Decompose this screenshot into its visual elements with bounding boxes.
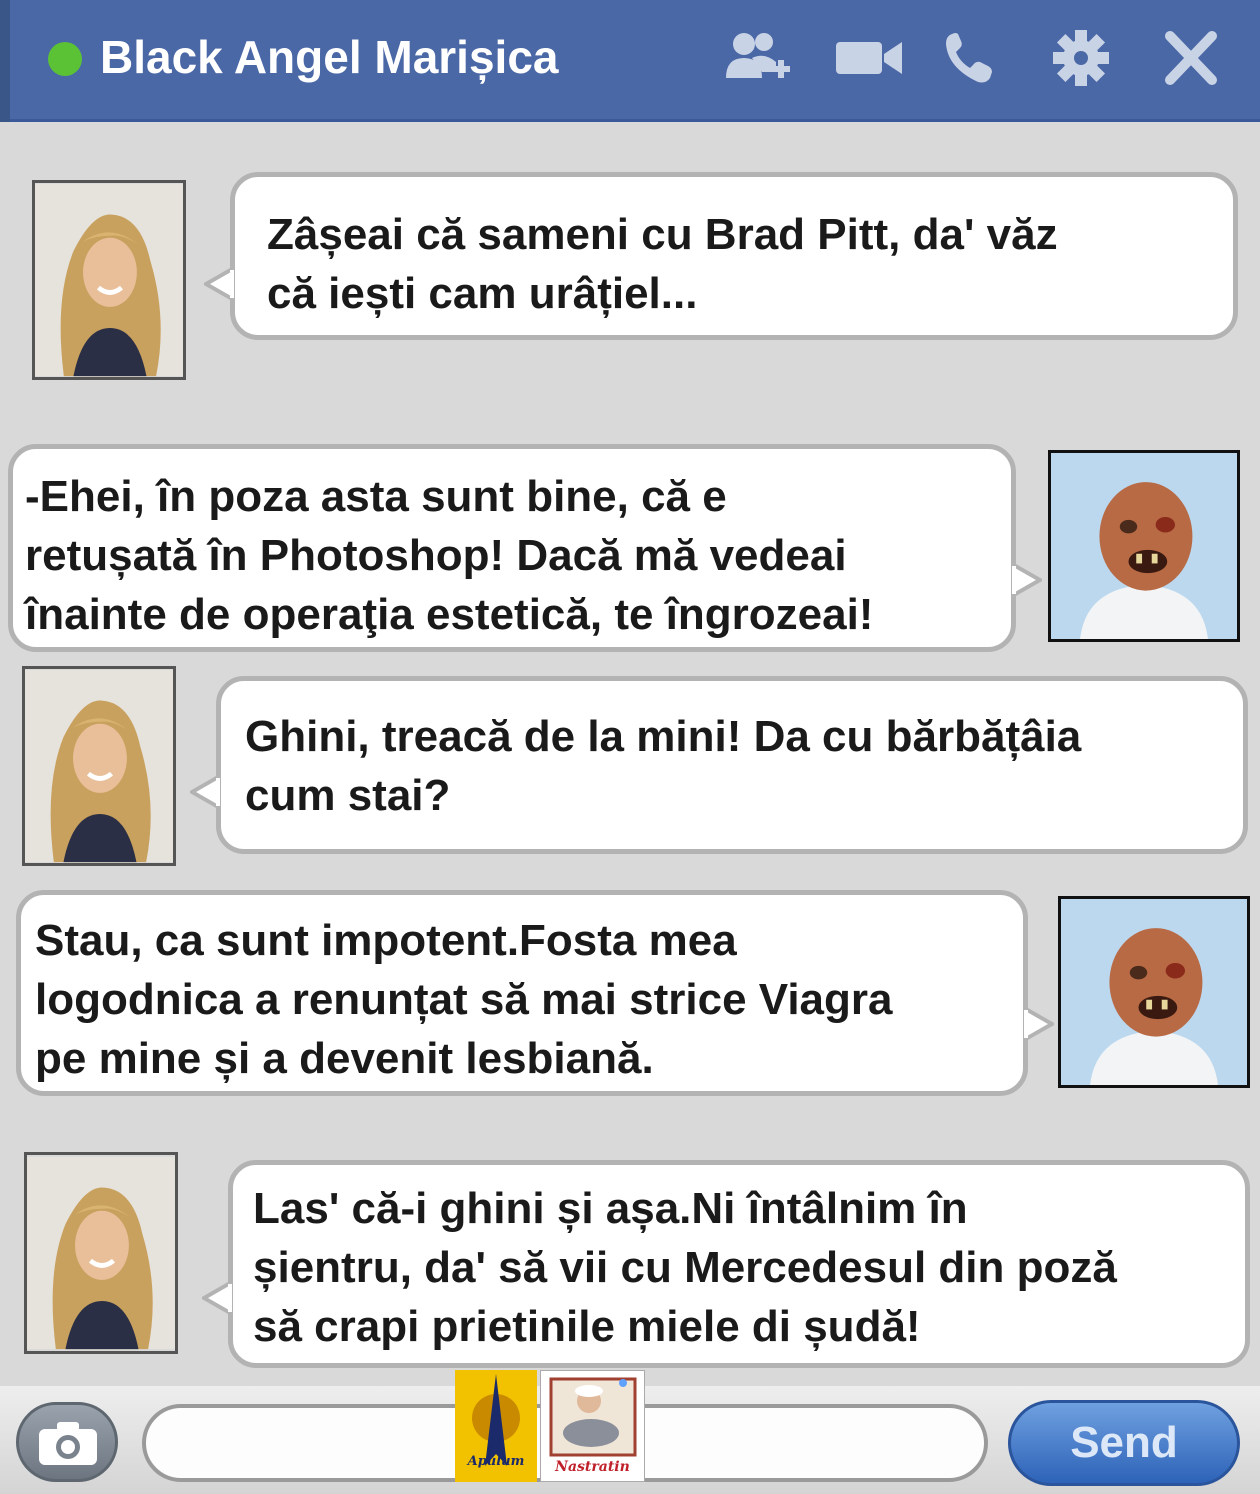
bubble-tail: [204, 265, 234, 303]
message-bubble: Las' că-i ghini și așa.Ni întâlnim în și…: [228, 1160, 1250, 1368]
bubble-tail: [1012, 561, 1042, 599]
nastratin-logo: Nastratin: [540, 1370, 645, 1482]
message-line: că iești cam urâțiel...: [267, 269, 698, 318]
message-line: Las' că-i ghini și așa.Ni întâlnim în: [253, 1184, 968, 1233]
contact-avatar: [24, 1152, 178, 1354]
contact-avatar: [32, 180, 186, 380]
message-line: Stau, ca sunt impotent.Fosta mea: [35, 916, 737, 965]
close-icon[interactable]: [1156, 28, 1226, 88]
add-friend-icon[interactable]: [722, 28, 792, 88]
message-line: -Ehei, în poza asta sunt bine, că e: [25, 472, 727, 521]
chat-header: Black Angel Marișica: [0, 0, 1260, 122]
phone-icon[interactable]: [938, 28, 1008, 88]
camera-icon: [39, 1422, 97, 1465]
contact-avatar: [22, 666, 176, 866]
send-button[interactable]: Send: [1008, 1400, 1240, 1486]
user-avatar: [1048, 450, 1240, 642]
message-line: pe mine și a devenit lesbiană.: [35, 1034, 654, 1083]
video-camera-icon[interactable]: [834, 28, 904, 88]
user-avatar: [1058, 896, 1250, 1088]
message-line: să crapi prietinile miele di șudă!: [253, 1302, 921, 1351]
message-line: cum stai?: [245, 771, 451, 820]
message-bubble: -Ehei, în poza asta sunt bine, că e retu…: [8, 444, 1016, 652]
message-line: logodnica a renunțat să mai strice Viagr…: [35, 975, 893, 1024]
message-bubble: Stau, ca sunt impotent.Fosta mea logodni…: [16, 890, 1028, 1096]
online-status-dot: [48, 42, 82, 76]
header-edge: [0, 0, 10, 122]
bubble-tail: [202, 1279, 232, 1317]
message-line: Zâșeai că sameni cu Brad Pitt, da' văz: [267, 210, 1058, 259]
gear-icon[interactable]: [1046, 28, 1116, 88]
bubble-tail: [1024, 1005, 1054, 1043]
chat-title: Black Angel Marișica: [100, 31, 559, 83]
message-bubble: Ghini, treacă de la mini! Da cu bărbățâi…: [216, 676, 1248, 854]
message-bubble: Zâșeai că sameni cu Brad Pitt, da' văz c…: [230, 172, 1238, 340]
apulum-logo: 94 Apulum: [455, 1370, 537, 1482]
message-line: Ghini, treacă de la mini! Da cu bărbățâi…: [245, 712, 1082, 761]
camera-button[interactable]: [16, 1402, 118, 1482]
message-line: retușată în Photoshop! Dacă mă vedeai: [25, 531, 847, 580]
bubble-tail: [190, 773, 220, 811]
message-line: înainte de operaţia estetică, te îngroze…: [25, 590, 874, 639]
message-line: șientru, da' să vii cu Mercedesul din po…: [253, 1243, 1117, 1292]
